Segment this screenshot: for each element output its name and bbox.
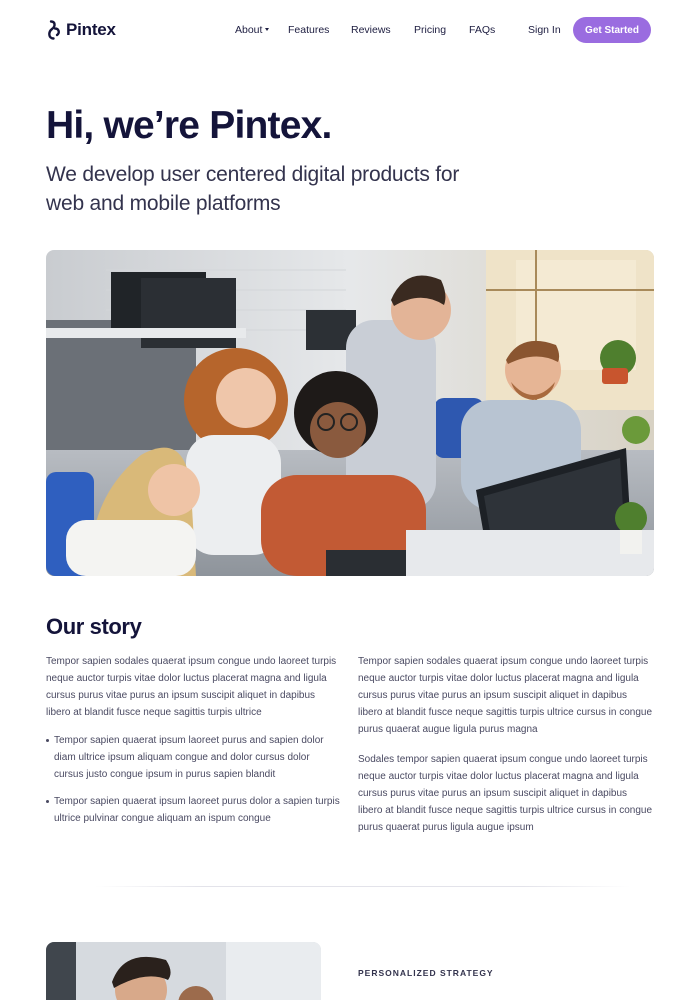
nav-item-faqs[interactable]: FAQs — [469, 24, 495, 36]
hero-subtitle: We develop user centered digital product… — [46, 163, 460, 215]
get-started-button[interactable]: Get Started — [573, 17, 651, 43]
story-right-paragraph: Sodales tempor sapien quaerat ipsum cong… — [358, 754, 653, 833]
strategy-photo-illustration — [46, 942, 321, 1000]
chevron-down-icon — [265, 27, 270, 31]
brand-logo[interactable]: Pintex — [46, 20, 116, 40]
nav-item-about[interactable]: About — [235, 24, 270, 36]
pintex-logo-icon — [48, 20, 60, 40]
section-divider — [95, 886, 630, 887]
story-right-paragraph: Tempor sapien sodales quaerat ipsum cong… — [358, 656, 653, 735]
story-left-column: Tempor sapien sodales quaerat ipsum cong… — [46, 653, 341, 837]
nav-item-pricing[interactable]: Pricing — [414, 24, 446, 36]
nav-item-reviews[interactable]: Reviews — [351, 24, 391, 36]
strategy-eyebrow: PERSONALIZED STRATEGY — [358, 968, 494, 978]
hero-title: Hi, we’re Pintex. — [46, 104, 332, 147]
list-item: Tempor sapien quaerat ipsum laoreet puru… — [46, 732, 341, 783]
story-title: Our story — [46, 614, 142, 639]
site-header: Pintex About Features Reviews Pricing FA… — [0, 0, 700, 62]
story-left-paragraph: Tempor sapien sodales quaerat ipsum cong… — [46, 656, 337, 718]
nav-item-features[interactable]: Features — [288, 24, 329, 36]
team-photo-illustration — [46, 250, 654, 576]
brand-name: Pintex — [66, 20, 116, 39]
story-right-column: Tempor sapien sodales quaerat ipsum cong… — [358, 653, 654, 836]
sign-in-link[interactable]: Sign In — [528, 24, 561, 36]
strategy-photo — [46, 942, 321, 1000]
list-item: Tempor sapien quaerat ipsum laoreet puru… — [46, 793, 341, 827]
nav-label-about: About — [235, 24, 263, 36]
team-photo — [46, 250, 654, 576]
story-bullet-list: Tempor sapien quaerat ipsum laoreet puru… — [46, 732, 341, 827]
